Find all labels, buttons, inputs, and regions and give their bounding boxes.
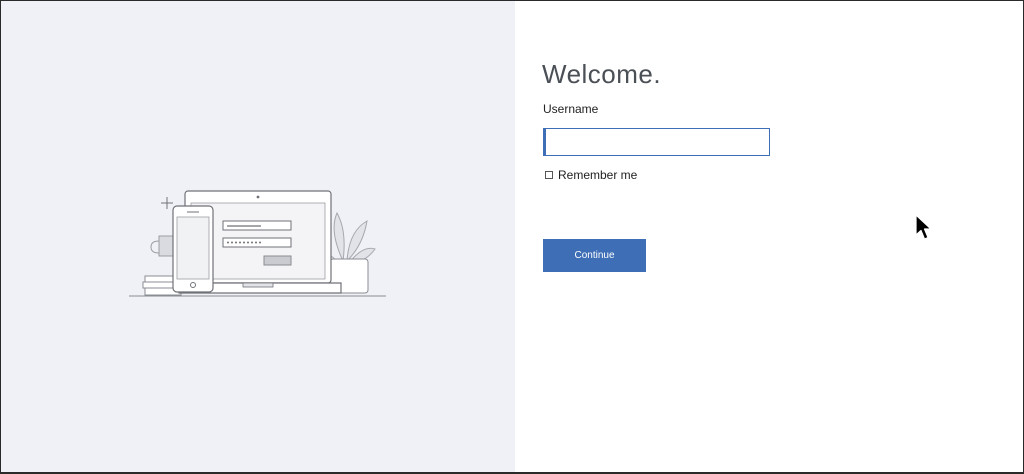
remember-me-checkbox[interactable]: [545, 171, 553, 179]
login-window: Welcome. Username Remember me Continue: [0, 0, 1024, 474]
remember-me-label[interactable]: Remember me: [558, 168, 637, 182]
remember-me-row[interactable]: Remember me: [545, 168, 637, 182]
laptop-phone-login-illustration: [129, 190, 386, 297]
continue-button[interactable]: Continue: [543, 239, 646, 272]
page-title: Welcome.: [542, 59, 662, 89]
username-label: Username: [543, 102, 599, 116]
login-panel: Welcome. Username Remember me Continue: [515, 1, 1023, 472]
illustration-panel: [1, 1, 515, 472]
mouse-pointer-icon: [915, 214, 932, 240]
username-input[interactable]: [543, 128, 770, 156]
